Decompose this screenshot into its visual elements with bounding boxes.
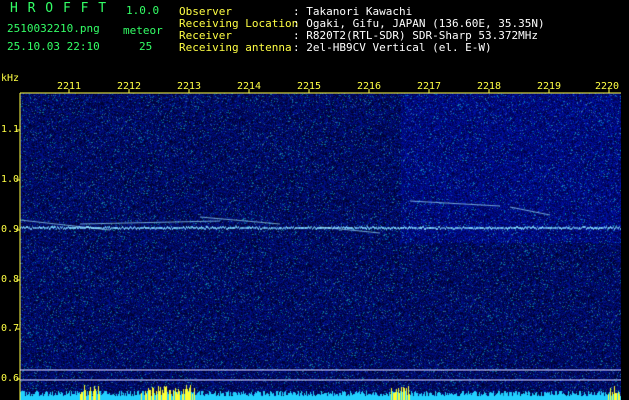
axis-frame: [16, 89, 621, 400]
x-tick-marks: [68, 89, 610, 93]
spectrogram-window: H R O F F T 1.0.0 2510032210.png meteor …: [0, 0, 629, 400]
y-tick-marks: [16, 129, 20, 380]
